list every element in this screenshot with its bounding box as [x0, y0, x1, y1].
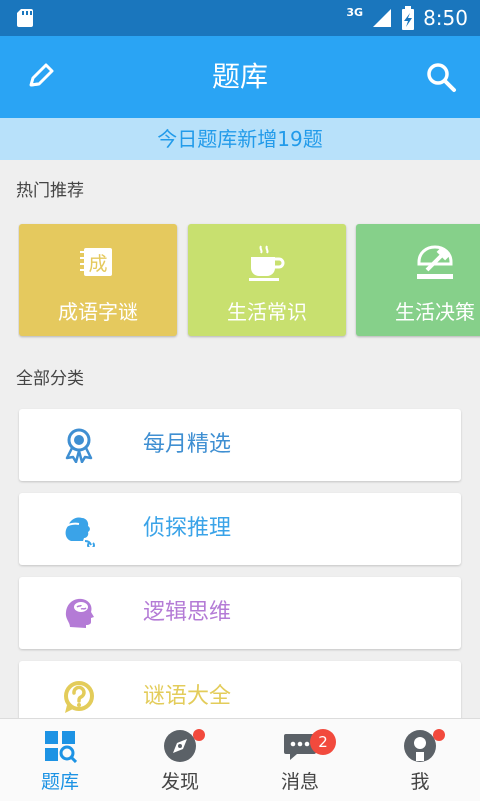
- hot-card-label: 生活常识: [227, 300, 307, 324]
- tab-label: 题库: [40, 771, 79, 793]
- hot-carousel[interactable]: 成 成语字谜 生活常识 生活决策: [18, 222, 480, 340]
- network-type: 3G: [346, 5, 364, 19]
- award-ribbon-icon: [65, 428, 93, 463]
- tab-label: 发现: [160, 771, 199, 793]
- new-questions-banner[interactable]: 今日题库新增19题: [0, 118, 480, 160]
- profile-icon: [404, 730, 436, 762]
- status-bar: 3G 8:50: [0, 0, 480, 36]
- category-label: 侦探推理: [143, 516, 232, 541]
- signal-icon: [373, 9, 392, 27]
- detective-icon: [64, 517, 95, 547]
- idiom-icon: 成: [80, 248, 112, 276]
- battery-icon: [402, 6, 415, 30]
- sd-card-icon: [17, 9, 33, 27]
- svg-text:成: 成: [88, 253, 107, 275]
- app-bar: 题库: [0, 36, 480, 118]
- new-indicator-dot: [193, 729, 205, 741]
- unread-badge: 2: [310, 729, 336, 755]
- page-title: 题库: [211, 60, 268, 93]
- category-detective[interactable]: 侦探推理: [19, 493, 461, 565]
- category-logic[interactable]: 逻辑思维: [19, 577, 461, 649]
- hot-card-life-decision[interactable]: 生活决策: [356, 224, 480, 336]
- hot-card-label: 成语字谜: [58, 300, 138, 324]
- category-label: 逻辑思维: [143, 600, 232, 625]
- hot-card-idiom[interactable]: 成 成语字谜: [19, 224, 177, 336]
- new-indicator-dot: [433, 729, 445, 741]
- question-bank-icon: [45, 731, 77, 763]
- brain-head-icon: [65, 598, 94, 628]
- all-categories-label: 全部分类: [16, 369, 84, 389]
- category-label: 每月精选: [143, 432, 232, 457]
- tab-label: 消息: [280, 771, 319, 793]
- search-icon[interactable]: [424, 60, 458, 94]
- tab-label: 我: [410, 771, 430, 793]
- category-monthly-picks[interactable]: 每月精选: [19, 409, 461, 481]
- question-bubble-icon: [64, 681, 94, 713]
- tab-discover[interactable]: 发现: [120, 719, 240, 801]
- hot-section-label: 热门推荐: [16, 181, 84, 201]
- clock: 8:50: [423, 6, 468, 30]
- tab-messages[interactable]: 2 消息: [240, 719, 360, 801]
- teacup-icon: [249, 245, 285, 281]
- bottom-nav: 题库 发现 2 消息 我: [0, 718, 480, 801]
- hot-card-label: 生活决策: [395, 300, 475, 324]
- tab-question-bank[interactable]: 题库: [0, 719, 120, 801]
- hot-card-life-knowledge[interactable]: 生活常识: [188, 224, 346, 336]
- tab-profile[interactable]: 我: [360, 719, 480, 801]
- gavel-icon: [417, 245, 453, 279]
- compass-icon: [164, 730, 196, 762]
